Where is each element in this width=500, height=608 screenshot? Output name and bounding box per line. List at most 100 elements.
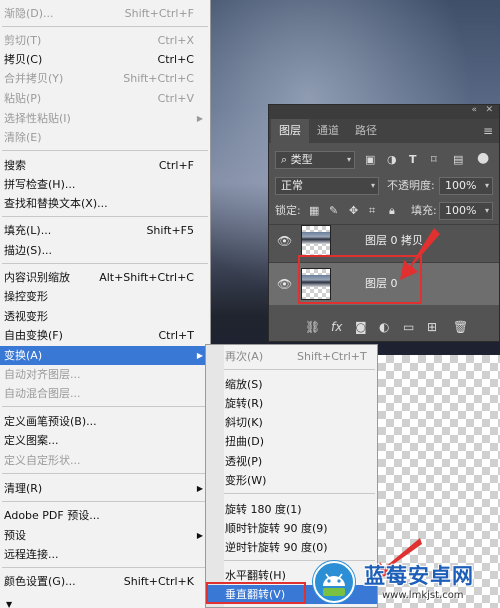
menu-item-auto-align-layers[interactable]: 自动对齐图层... [0, 365, 210, 384]
submenu-item-again[interactable]: 再次(A) Shift+Ctrl+T [206, 347, 377, 366]
menu-item-free-transform[interactable]: 自由变换(F) Ctrl+T [0, 326, 210, 345]
menu-item-paste[interactable]: 粘贴(P) Ctrl+V [0, 89, 210, 108]
submenu-item-distort[interactable]: 扭曲(D) [206, 432, 377, 451]
opacity-field[interactable]: 100% ▾ [439, 177, 493, 195]
chevron-down-icon: ▾ [484, 206, 489, 215]
menu-separator [224, 493, 375, 494]
watermark-title: 蓝莓安卓网 [364, 564, 474, 588]
submenu-arrow-icon: ▶ [196, 531, 203, 540]
panel-menu-icon[interactable]: ≡ [483, 124, 493, 138]
menu-item-copy-merged[interactable]: 合并拷贝(Y) Shift+Ctrl+C [0, 69, 210, 88]
submenu-item-perspective[interactable]: 透视(P) [206, 452, 377, 471]
add-mask-icon[interactable]: ◙ [355, 320, 367, 334]
menu-item-presets[interactable]: 预设 ▶ [0, 526, 210, 545]
menu-item-spell-check[interactable]: 拼写检查(H)... [0, 175, 210, 194]
menu-item-adobe-pdf-presets[interactable]: Adobe PDF 预设... [0, 506, 210, 525]
lock-all-icon[interactable]: 🔒︎ [389, 204, 395, 218]
submenu-item-rotate-90-ccw[interactable]: 逆时针旋转 90 度(0) [206, 538, 377, 557]
opacity-label: 不透明度: [387, 179, 435, 192]
filter-adjustment-icon[interactable]: ◑ [387, 153, 397, 167]
menu-item-color-settings[interactable]: 颜色设置(G)... Shift+Ctrl+K [0, 572, 210, 591]
menu-item-fade[interactable]: 渐隐(D)... Shift+Ctrl+F [0, 4, 210, 23]
lock-brush-icon[interactable]: ✎ [329, 204, 338, 218]
layer-filter-select[interactable]: ⌕ 类型 ▾ [275, 151, 355, 169]
layers-panel-footer: ⛓ fx ◙ ◐ ▭ ⊞ 🗑︎ [269, 315, 499, 341]
submenu-arrow-icon: ▶ [196, 484, 203, 493]
menu-separator [2, 406, 208, 407]
chevron-down-icon: ▾ [370, 181, 375, 190]
menu-item-transform[interactable]: 变换(A) ▶ [0, 346, 210, 365]
menu-item-search[interactable]: 搜索 Ctrl+F [0, 156, 210, 175]
menu-item-paste-special[interactable]: 选择性粘贴(I) ▶ [0, 109, 210, 128]
menu-item-purge[interactable]: 清理(R) ▶ [0, 479, 210, 498]
submenu-item-warp[interactable]: 变形(W) [206, 471, 377, 490]
filter-pixel-icon[interactable]: ▣ [365, 153, 375, 167]
close-icon[interactable]: ✕ [485, 105, 493, 115]
submenu-item-skew[interactable]: 斜切(K) [206, 413, 377, 432]
menu-item-perspective-warp[interactable]: 透视变形 [0, 307, 210, 326]
lock-artboard-icon[interactable]: ⌗ [369, 204, 375, 218]
fill-field[interactable]: 100% ▾ [439, 202, 493, 220]
menu-separator [2, 263, 208, 264]
filter-toggle-icon[interactable]: ● [477, 151, 489, 165]
edit-menu: 渐隐(D)... Shift+Ctrl+F 剪切(T) Ctrl+X 拷贝(C) Ct… [0, 0, 211, 608]
menu-item-fill[interactable]: 填充(L)... Shift+F5 [0, 221, 210, 240]
menu-scroll-down-icon[interactable]: ▼ [0, 595, 210, 608]
menu-item-auto-blend-layers[interactable]: 自动混合图层... [0, 384, 210, 403]
menu-separator [2, 567, 208, 568]
fx-icon[interactable]: fx [331, 320, 342, 334]
blend-mode-select[interactable]: 正常 ▾ [275, 177, 379, 195]
watermark: 蓝莓安卓网 www.lmkjst.com [306, 556, 500, 608]
fill-label: 填充: [411, 204, 437, 217]
submenu-item-rotate-180[interactable]: 旋转 180 度(1) [206, 500, 377, 519]
menu-item-clear[interactable]: 清除(E) [0, 128, 210, 147]
layer-thumbnail [301, 225, 331, 257]
tab-layers[interactable]: 图层 [271, 119, 309, 143]
menu-separator [224, 369, 375, 370]
menu-item-define-brush[interactable]: 定义画笔预设(B)... [0, 412, 210, 431]
menu-separator [2, 26, 208, 27]
lock-label: 锁定: [275, 204, 301, 217]
tab-channels[interactable]: 通道 [309, 119, 347, 143]
menu-item-remote-connections[interactable]: 远程连接... [0, 545, 210, 564]
submenu-item-scale[interactable]: 缩放(S) [206, 375, 377, 394]
watermark-url: www.lmkjst.com [382, 590, 464, 601]
panel-titlebar[interactable]: « ✕ [269, 105, 499, 119]
lock-transparent-icon[interactable]: ▦ [309, 204, 319, 218]
menu-separator [2, 216, 208, 217]
tab-paths[interactable]: 路径 [347, 119, 385, 143]
submenu-item-rotate-90-cw[interactable]: 顺时针旋转 90 度(9) [206, 519, 377, 538]
collapse-icon[interactable]: « [471, 105, 477, 115]
annotation-arrow-icon [400, 228, 440, 280]
menu-item-copy[interactable]: 拷贝(C) Ctrl+C [0, 50, 210, 69]
eye-icon[interactable]: 👁︎ [277, 277, 292, 291]
new-group-icon[interactable]: ▭ [403, 320, 414, 334]
menu-separator [2, 501, 208, 502]
menu-item-define-pattern[interactable]: 定义图案... [0, 431, 210, 450]
link-layers-icon[interactable]: ⛓ [305, 320, 320, 334]
adjustment-layer-icon[interactable]: ◐ [379, 320, 389, 334]
submenu-arrow-icon: ▶ [196, 114, 203, 123]
filter-shape-icon[interactable]: ⌑ [431, 153, 437, 167]
eye-icon[interactable]: 👁︎ [277, 234, 292, 248]
menu-item-cut[interactable]: 剪切(T) Ctrl+X [0, 31, 210, 50]
annotation-highlight-box [206, 582, 306, 604]
lock-move-icon[interactable]: ✥ [349, 204, 358, 218]
panel-tabs: 图层 通道 路径 ≡ [269, 119, 499, 143]
menu-item-content-aware-scale[interactable]: 内容识别缩放 Alt+Shift+Ctrl+C [0, 268, 210, 287]
filter-smart-object-icon[interactable]: ▤ [453, 153, 463, 167]
menu-item-define-custom-shape[interactable]: 定义自定形状... [0, 451, 210, 470]
menu-item-stroke[interactable]: 描边(S)... [0, 241, 210, 260]
trash-icon[interactable]: 🗑︎ [453, 320, 468, 334]
menu-item-find-replace[interactable]: 查找和替换文本(X)... [0, 194, 210, 213]
submenu-item-rotate[interactable]: 旋转(R) [206, 394, 377, 413]
chevron-down-icon: ▾ [346, 155, 351, 164]
chevron-down-icon: ▾ [484, 181, 489, 190]
filter-type-icon[interactable]: T [409, 153, 417, 167]
layers-panel: « ✕ 图层 通道 路径 ≡ ⌕ 类型 ▾ ▣ ◑ T ⌑ ▤ ● 正常 ▾ 不… [268, 104, 500, 342]
new-layer-icon[interactable]: ⊞ [427, 320, 437, 334]
android-logo-icon [312, 560, 356, 604]
search-icon: ⌕ [281, 153, 288, 166]
menu-item-puppet-warp[interactable]: 操控变形 [0, 287, 210, 306]
menu-separator [2, 150, 208, 151]
